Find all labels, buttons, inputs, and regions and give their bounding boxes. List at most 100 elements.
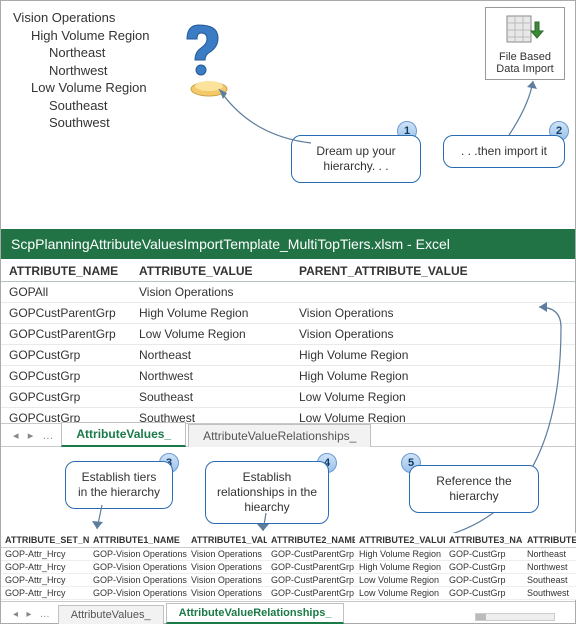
- hier-line: Low Volume Region: [31, 79, 150, 97]
- table-cell: GOP-Attr_Hrcy: [1, 574, 89, 587]
- file-based-data-import-button[interactable]: File Based Data Import: [485, 7, 565, 80]
- sheet-nav-arrows-icon[interactable]: ◂ ▸ …: [13, 609, 50, 623]
- hier-line: Northeast: [49, 44, 150, 62]
- table-cell: GOPCustGrp: [1, 387, 131, 408]
- table-row: GOPCustGrpNortheastHigh Volume Region: [1, 345, 575, 366]
- table-cell: GOP-Vision Operations: [89, 548, 187, 561]
- table-row: GOPCustParentGrpHigh Volume RegionVision…: [1, 303, 575, 324]
- hier-line: High Volume Region: [31, 27, 150, 45]
- table-cell: Vision Operations: [187, 587, 267, 600]
- hier-line: Southwest: [49, 114, 150, 132]
- table-cell: Vision Operations: [187, 548, 267, 561]
- callout-1: Dream up your hierarchy. . .: [291, 135, 421, 183]
- table-cell: GOP-Attr_Hrcy: [1, 587, 89, 600]
- table-cell: GOPCustParentGrp: [1, 303, 131, 324]
- table-cell: Low Volume Region: [355, 587, 445, 600]
- excel-titlebar-text: ScpPlanningAttributeValuesImportTemplate…: [11, 236, 450, 252]
- col2-attr2-name: ATTRIBUTE2_NAME: [267, 533, 355, 548]
- table-cell: [291, 282, 575, 303]
- table-cell: High Volume Region: [355, 561, 445, 574]
- table-cell: Northwest: [131, 366, 291, 387]
- table-cell: Southeast: [523, 574, 576, 587]
- table-cell: GOP-CustParentGrp: [267, 548, 355, 561]
- table-cell: GOP-Attr_Hrcy: [1, 561, 89, 574]
- table-cell: GOP-Vision Operations: [89, 574, 187, 587]
- table-cell: Vision Operations: [187, 561, 267, 574]
- table-cell: Vision Operations: [131, 282, 291, 303]
- table-cell: GOP-CustParentGrp: [267, 587, 355, 600]
- table-cell: GOP-Vision Operations: [89, 561, 187, 574]
- table-cell: GOP-CustParentGrp: [267, 561, 355, 574]
- table-cell: GOP-CustGrp: [445, 548, 523, 561]
- worksheet-tabs-upper: ◂ ▸ … AttributeValues_ AttributeValueRel…: [1, 423, 575, 447]
- col2-attr3-name: ATTRIBUTE3_NAME: [445, 533, 523, 548]
- table-cell: GOP-CustGrp: [445, 561, 523, 574]
- table-row: GOPCustGrpNorthwestHigh Volume Region: [1, 366, 575, 387]
- table-cell: Southeast: [131, 387, 291, 408]
- col2-attr2-value: ATTRIBUTE2_VALUE: [355, 533, 445, 548]
- hier-line: Northwest: [49, 62, 150, 80]
- tab-attribute-values[interactable]: AttributeValues_: [61, 422, 186, 447]
- table-cell: GOPCustGrp: [1, 366, 131, 387]
- table-cell: High Volume Region: [131, 303, 291, 324]
- hier-line: Vision Operations: [13, 9, 150, 27]
- table-cell: GOP-Attr_Hrcy: [1, 548, 89, 561]
- callout-4: Establish relationships in the hiearchy: [205, 461, 329, 524]
- table-cell: Vision Operations: [291, 324, 575, 345]
- table-row: GOPCustGrpSoutheastLow Volume Region: [1, 387, 575, 408]
- col2-attr3-value: ATTRIBUTE3_VALUE: [523, 533, 576, 548]
- callout-1-text: Dream up your hierarchy. . .: [316, 144, 395, 173]
- table-cell: Southwest: [523, 587, 576, 600]
- table-row: GOP-Attr_HrcyGOP-Vision OperationsVision…: [1, 548, 576, 561]
- table-cell: GOP-CustParentGrp: [267, 574, 355, 587]
- table-cell: GOP-CustGrp: [445, 587, 523, 600]
- table-cell: GOP-Vision Operations: [89, 587, 187, 600]
- col-parent-attribute-value: PARENT_ATTRIBUTE_VALUE: [291, 259, 575, 282]
- table-cell: GOP-CustGrp: [445, 574, 523, 587]
- table-cell: Northeast: [523, 548, 576, 561]
- callout-3: Establish tiers in the hierarchy: [65, 461, 173, 509]
- col2-attr-set-name: ATTRIBUTE_SET_NAME: [1, 533, 89, 548]
- table-row: GOPAllVision Operations: [1, 282, 575, 303]
- tab-attribute-value-relationships[interactable]: AttributeValueRelationships_: [188, 424, 371, 447]
- hierarchy-sketch: Vision Operations High Volume Region Nor…: [13, 9, 150, 132]
- callout-2-text: . . .then import it: [461, 144, 547, 158]
- table-cell: Low Volume Region: [131, 324, 291, 345]
- excel-import-icon: [488, 12, 562, 49]
- worksheet-tabs-lower: ◂ ▸ … AttributeValues_ AttributeValueRel…: [1, 601, 575, 623]
- import-button-label-1: File Based: [488, 51, 562, 63]
- col-attribute-name: ATTRIBUTE_NAME: [1, 259, 131, 282]
- table-cell: Vision Operations: [291, 303, 575, 324]
- table-cell: GOPAll: [1, 282, 131, 303]
- table-cell: Vision Operations: [187, 574, 267, 587]
- table-row: GOPCustParentGrpLow Volume RegionVision …: [1, 324, 575, 345]
- table-cell: High Volume Region: [291, 345, 575, 366]
- table-cell: Low Volume Region: [291, 387, 575, 408]
- table-cell: GOPCustParentGrp: [1, 324, 131, 345]
- callout-4-text: Establish relationships in the hiearchy: [217, 470, 317, 514]
- tab-attribute-value-relationships-lower[interactable]: AttributeValueRelationships_: [166, 603, 345, 624]
- hier-line: Southeast: [49, 97, 150, 115]
- import-button-label-2: Data Import: [488, 63, 562, 75]
- table-row: GOP-Attr_HrcyGOP-Vision OperationsVision…: [1, 561, 576, 574]
- excel-titlebar: ScpPlanningAttributeValuesImportTemplate…: [1, 229, 575, 259]
- tab-attribute-values-lower[interactable]: AttributeValues_: [58, 605, 164, 624]
- col-attribute-value: ATTRIBUTE_VALUE: [131, 259, 291, 282]
- table-cell: GOPCustGrp: [1, 345, 131, 366]
- table-cell: Northwest: [523, 561, 576, 574]
- sheet-nav-arrows-icon[interactable]: ◂ ▸ …: [13, 429, 53, 446]
- callout-2: . . .then import it: [443, 135, 565, 168]
- table-cell: High Volume Region: [355, 548, 445, 561]
- horizontal-scrollbar[interactable]: [475, 613, 555, 621]
- table-row: GOP-Attr_HrcyGOP-Vision OperationsVision…: [1, 574, 576, 587]
- callout-5: Reference the hierarchy: [409, 465, 539, 513]
- question-mark-icon: [179, 15, 239, 102]
- col2-attr1-name: ATTRIBUTE1_NAME: [89, 533, 187, 548]
- table-row: GOP-Attr_HrcyGOP-Vision OperationsVision…: [1, 587, 576, 600]
- table-cell: Low Volume Region: [355, 574, 445, 587]
- callout-5-text: Reference the hierarchy: [436, 474, 511, 503]
- col2-attr1-value: ATTRIBUTE1_VALUE: [187, 533, 267, 548]
- table-cell: High Volume Region: [291, 366, 575, 387]
- attribute-values-table: ATTRIBUTE_NAME ATTRIBUTE_VALUE PARENT_AT…: [1, 259, 575, 429]
- callout-3-text: Establish tiers in the hierarchy: [78, 470, 160, 499]
